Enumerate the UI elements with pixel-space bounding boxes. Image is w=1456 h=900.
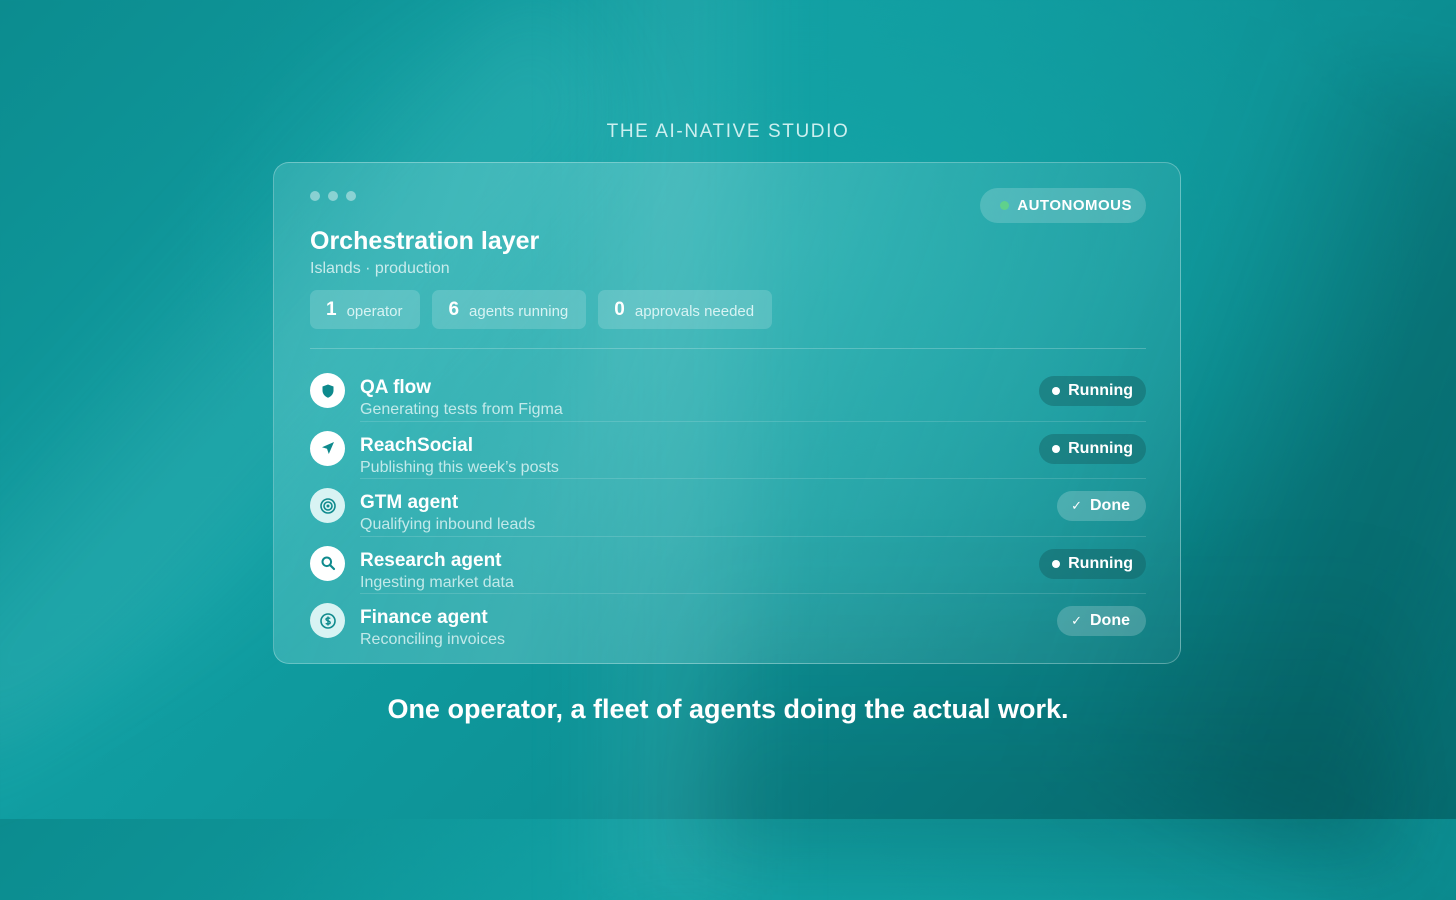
window-controls [310,191,356,201]
stat-value: 1 [326,298,337,320]
agent-status-badge: Running [1039,376,1146,406]
card-subtitle: Islands · production [310,260,450,277]
stat-value: 6 [448,298,460,320]
agent-status-label: Running [1068,382,1133,399]
window-dot [310,191,320,201]
autonomous-status-badge: AUTONOMOUS [980,188,1146,223]
stats-row: 1 operator 6 agents running 0 approvals … [310,290,773,329]
agent-description: Reconciling invoices [360,631,505,649]
checkmark-icon: ✓ [1071,613,1082,629]
agent-status-badge: Running [1039,433,1146,464]
agent-name: Finance agent [360,607,488,629]
stat-label: agents running [469,303,569,320]
search-icon [310,545,345,581]
agent-list: QA flow Generating tests from Figma Runn… [310,363,1146,651]
window-dot [346,191,356,201]
agent-description: Publishing this week’s posts [360,458,559,476]
agent-name: Research agent [360,549,502,571]
section-divider [310,348,1146,349]
shield-icon [310,373,345,408]
agent-name: ReachSocial [360,434,473,456]
tagline: One operator, a fleet of agents doing th… [387,694,1069,724]
running-dot-icon [1052,387,1061,395]
card-title: Orchestration layer [310,227,540,255]
agent-name: QA flow [360,377,432,398]
agent-status-badge: ✓ Done [1057,491,1146,522]
agent-row-reachsocial[interactable]: ReachSocial Publishing this week’s posts… [310,420,1146,479]
agent-description: Generating tests from Figma [360,401,563,418]
target-icon [310,488,345,524]
send-arrow-icon [310,430,345,466]
dollar-coin-icon [310,603,345,639]
agent-name: GTM agent [360,492,459,514]
agent-status-label: Done [1090,497,1130,515]
window-dot [328,191,338,201]
agent-row-research-agent[interactable]: Research agent Ingesting market data Run… [310,535,1146,594]
stat-value: 0 [614,298,625,320]
agent-description: Qualifying inbound leads [360,516,536,534]
running-dot-icon [1052,444,1061,453]
agent-status-label: Running [1068,554,1133,572]
agent-status-badge: Running [1039,548,1146,579]
status-badge-label: AUTONOMOUS [1017,197,1132,214]
running-dot-icon [1052,559,1061,568]
stat-operators: 1 operator [310,290,421,329]
stat-label: approvals needed [634,303,755,320]
agent-row-finance-agent[interactable]: Finance agent Reconciling invoices ✓ Don… [310,593,1146,651]
agent-status-label: Running [1068,439,1133,457]
stat-agents-running: 6 agents running [432,290,587,329]
agent-description: Ingesting market data [360,573,514,591]
stat-label: operator [346,303,403,320]
eyebrow-heading: THE AI-NATIVE STUDIO [606,121,850,142]
agent-row-gtm-agent[interactable]: GTM agent Qualifying inbound leads ✓ Don… [310,478,1146,536]
checkmark-icon: ✓ [1071,498,1082,514]
status-indicator-dot [1000,201,1010,210]
agent-row-qa-flow[interactable]: QA flow Generating tests from Figma Runn… [310,363,1146,421]
stat-approvals-needed: 0 approvals needed [598,290,773,329]
orchestration-card: AUTONOMOUS Orchestration layer Islands ·… [273,162,1181,664]
agent-status-label: Done [1090,612,1130,630]
agent-status-badge: ✓ Done [1057,606,1146,637]
